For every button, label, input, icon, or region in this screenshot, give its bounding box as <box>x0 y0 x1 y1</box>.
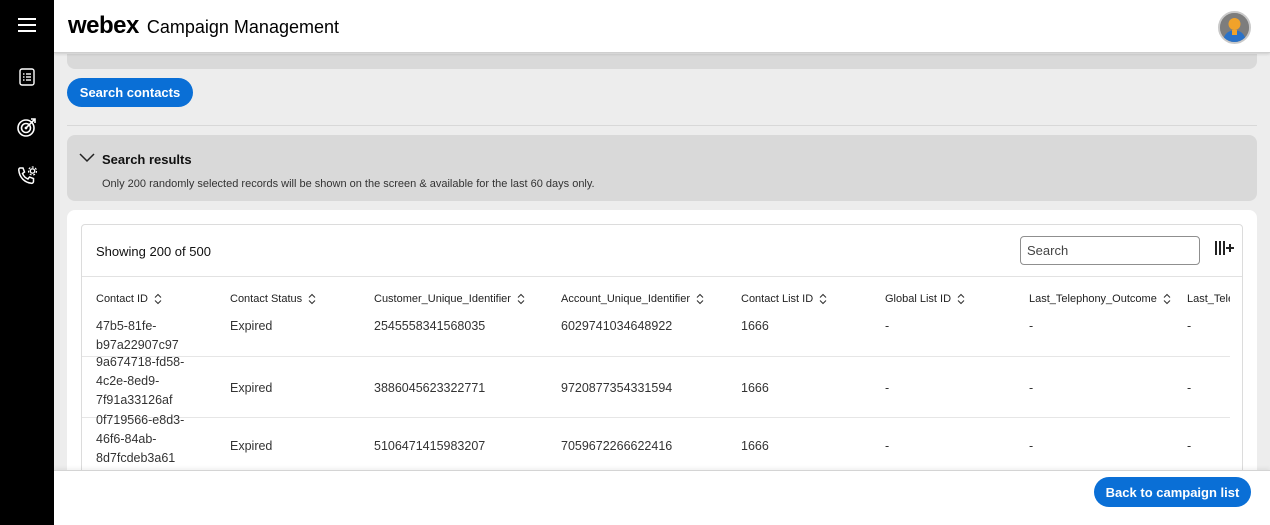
table-cell: - <box>1187 439 1192 453</box>
divider <box>67 125 1257 126</box>
search-results-header: Search results Only 200 randomly selecte… <box>67 135 1257 201</box>
hamburger-menu-icon[interactable] <box>13 11 41 39</box>
column-header[interactable]: Account_Unique_Identifier <box>561 293 704 305</box>
table-cell: - <box>885 381 890 395</box>
column-header[interactable]: Last_Telephony_Outcome <box>1029 293 1171 305</box>
table-cell: Expired <box>230 319 273 333</box>
nav-rail <box>0 0 54 525</box>
webex-logo: webex <box>68 12 139 39</box>
table-cell: 0f719566-e8d3- 46f6-84ab- 8d7fcdeb3a61 <box>96 413 185 465</box>
toolbar-divider <box>82 276 1242 277</box>
brand: webex Campaign Management <box>68 12 339 40</box>
column-header[interactable]: Global List ID <box>885 293 965 305</box>
table-cell: 1666 <box>741 381 769 395</box>
table-cell: - <box>885 319 890 333</box>
search-contacts-button[interactable]: Search contacts <box>67 78 193 107</box>
column-header[interactable]: Last_Tele <box>1187 293 1234 305</box>
sort-icon[interactable] <box>957 293 965 305</box>
table-cell: Expired <box>230 439 273 453</box>
table-cell: 9a674718-fd58- 4c2e-8ed9- 7f91a33126af <box>96 355 185 407</box>
column-header-label: Contact Status <box>230 293 303 305</box>
sort-icon[interactable] <box>308 293 316 305</box>
table-row[interactable]: 9a674718-fd58- 4c2e-8ed9- 7f91a33126af Expi… <box>82 355 1232 418</box>
table-cell: - <box>1187 381 1192 395</box>
results-search-input[interactable] <box>1020 236 1200 265</box>
column-header[interactable]: Contact Status <box>230 293 316 305</box>
sort-icon[interactable] <box>1163 293 1171 305</box>
add-column-icon[interactable] <box>1214 239 1236 259</box>
sort-icon[interactable] <box>154 293 162 305</box>
table-cell: 1666 <box>741 439 769 453</box>
search-filters-panel <box>67 54 1257 69</box>
chevron-down-icon[interactable] <box>79 151 95 165</box>
column-header-label: Account_Unique_Identifier <box>561 293 691 305</box>
table-cell: 9720877354331594 <box>561 381 673 395</box>
column-header-label: Contact List ID <box>741 293 814 305</box>
search-results-title: Search results <box>102 152 192 167</box>
target-icon[interactable] <box>13 113 41 141</box>
column-header-label: Last_Tele <box>1187 293 1235 305</box>
column-header-label: Last_Telephony_Outcome <box>1029 293 1157 305</box>
vertical-scrollbar[interactable] <box>1230 277 1242 470</box>
back-to-campaign-list-button[interactable]: Back to campaign list <box>1094 477 1251 507</box>
sort-icon[interactable] <box>696 293 704 305</box>
table-cell: 1666 <box>741 319 769 333</box>
column-header-label: Customer_Unique_Identifier <box>374 293 511 305</box>
column-header-label: Contact ID <box>96 293 148 305</box>
footer-bar: Back to campaign list <box>54 470 1270 525</box>
table-cell: - <box>885 439 890 453</box>
main-content: Search contacts Search results Only 200 … <box>54 54 1270 470</box>
sort-icon[interactable] <box>819 293 827 305</box>
table-cell: 47b5-81fe-b97a22907c97 <box>96 319 179 352</box>
table-cell: 7059672266622416 <box>561 439 673 453</box>
search-results-note: Only 200 randomly selected records will … <box>102 178 595 190</box>
column-header-label: Global List ID <box>885 293 952 305</box>
table-cell: 3886045623322771 <box>374 381 486 395</box>
table-cell: - <box>1029 319 1034 333</box>
phone-settings-icon[interactable] <box>13 162 41 190</box>
app-title: Campaign Management <box>146 17 339 37</box>
table-cell: - <box>1029 439 1034 453</box>
results-grid: Showing 200 of 500 Contact ID Contact Sta… <box>81 224 1243 470</box>
column-header[interactable]: Customer_Unique_Identifier <box>374 293 525 305</box>
sort-icon[interactable] <box>517 293 525 305</box>
app-header: webex Campaign Management <box>54 0 1270 53</box>
table-cell: 6029741034648922 <box>561 319 673 333</box>
list-document-icon[interactable] <box>13 63 41 91</box>
table-cell: 5106471415983207 <box>374 439 486 453</box>
table-row[interactable]: 47b5-81fe-b97a22907c97 Expired 25455583415… <box>82 317 1232 357</box>
table-cell: - <box>1029 381 1034 395</box>
showing-count: Showing 200 of 500 <box>96 244 211 259</box>
column-header[interactable]: Contact List ID <box>741 293 827 305</box>
table-row[interactable]: 0f719566-e8d3- 46f6-84ab- 8d7fcdeb3a61 Expi… <box>82 413 1232 470</box>
table-cell: Expired <box>230 381 273 395</box>
search-results-body: Showing 200 of 500 Contact ID Contact Sta… <box>67 210 1257 470</box>
column-header[interactable]: Contact ID <box>96 293 162 305</box>
table-cell: 2545558341568035 <box>374 319 486 333</box>
table-cell: - <box>1187 319 1192 333</box>
avatar[interactable] <box>1218 11 1251 44</box>
